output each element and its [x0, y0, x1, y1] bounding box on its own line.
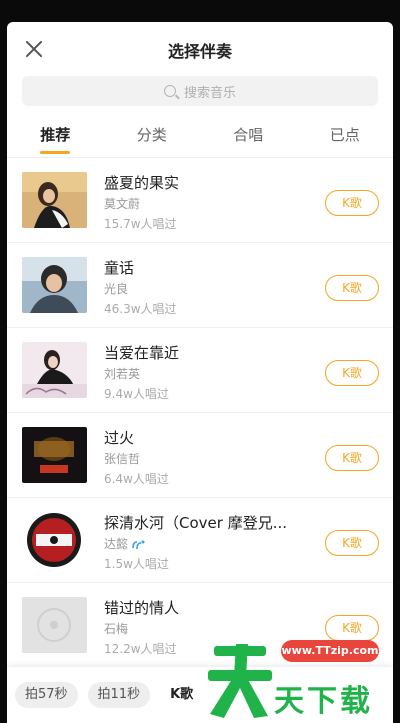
mode-chip-57s[interactable]: 拍57秒	[15, 682, 78, 708]
song-artist: 刘若英	[104, 367, 141, 381]
album-cover-placeholder	[22, 597, 87, 653]
sing-button[interactable]: K歌	[325, 530, 379, 556]
song-sing-count: 15.7w人唱过	[104, 217, 177, 231]
song-artist: 达懿	[104, 535, 145, 552]
song-title: 盛夏的果实	[104, 174, 180, 192]
header: 选择伴奏	[7, 22, 393, 74]
song-artist: 光良	[104, 282, 129, 296]
accompaniment-sheet: 选择伴奏 搜索音乐 推荐 分类 合唱 已点 盛夏的果实 莫文蔚 15.7w人唱过…	[7, 22, 393, 723]
song-title: 探清水河（Cover 摩登兄...	[104, 514, 287, 532]
album-cover	[22, 512, 87, 568]
tab-recommend[interactable]: 推荐	[7, 112, 104, 158]
list-item[interactable]: 童话 光良 46.3w人唱过 K歌	[7, 243, 393, 328]
album-cover	[22, 342, 87, 398]
hq-audio-icon	[132, 540, 145, 549]
tab-requested[interactable]: 已点	[297, 112, 394, 158]
list-item[interactable]: 盛夏的果实 莫文蔚 15.7w人唱过 K歌	[7, 158, 393, 243]
search-icon	[163, 85, 176, 97]
song-artist: 张信哲	[104, 452, 141, 466]
tab-category[interactable]: 分类	[104, 112, 201, 158]
mode-chip-11s[interactable]: 拍11秒	[87, 682, 151, 708]
tab-bar: 推荐 分类 合唱 已点	[7, 112, 393, 158]
song-sing-count: 46.3w人唱过	[104, 302, 177, 316]
list-item[interactable]: 过火 张信哲 6.4w人唱过 K歌	[7, 413, 393, 498]
song-artist: 石梅	[104, 622, 129, 636]
list-item[interactable]: 当爱在靠近 刘若英 9.4w人唱过 K歌	[7, 328, 393, 413]
album-cover	[22, 172, 87, 228]
sing-button[interactable]: K歌	[325, 360, 379, 386]
song-sing-count: 1.5w人唱过	[104, 557, 169, 571]
song-list: 盛夏的果实 莫文蔚 15.7w人唱过 K歌 童话 光良 46.3w人唱过 K歌	[7, 158, 393, 668]
sing-button[interactable]: K歌	[325, 445, 379, 471]
search-input[interactable]: 搜索音乐	[22, 76, 378, 106]
song-title: 过火	[104, 429, 135, 447]
tab-chorus[interactable]: 合唱	[200, 112, 297, 158]
song-title: 当爱在靠近	[104, 344, 180, 362]
search-placeholder: 搜索音乐	[183, 85, 236, 101]
list-item[interactable]: 错过的情人 石梅 12.2w人唱过 K歌	[7, 583, 393, 668]
mode-chip-karaoke[interactable]: K歌	[160, 682, 204, 708]
song-artist: 莫文蔚	[104, 197, 141, 211]
album-cover	[22, 257, 87, 313]
song-sing-count: 12.2w人唱过	[104, 642, 177, 656]
sing-button[interactable]: K歌	[325, 615, 379, 641]
song-title: 童话	[104, 259, 135, 277]
song-sing-count: 9.4w人唱过	[104, 387, 169, 401]
sing-button[interactable]: K歌	[325, 275, 379, 301]
bottom-mode-bar: 拍57秒 拍11秒 K歌	[7, 667, 393, 723]
list-item[interactable]: 探清水河（Cover 摩登兄... 达懿 1.5w人唱过 K歌	[7, 498, 393, 583]
album-cover	[22, 427, 87, 483]
page-title: 选择伴奏	[167, 42, 232, 61]
song-title: 错过的情人	[104, 599, 180, 617]
song-sing-count: 6.4w人唱过	[104, 472, 169, 486]
sing-button[interactable]: K歌	[325, 190, 379, 216]
